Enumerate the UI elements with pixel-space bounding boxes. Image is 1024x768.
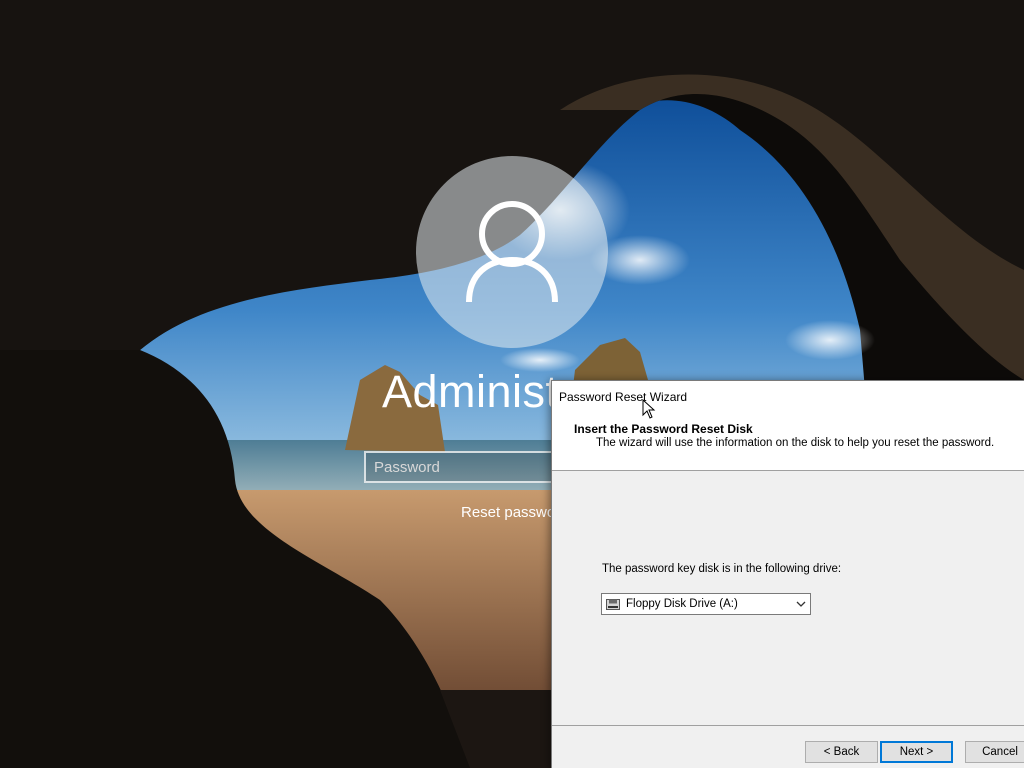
dialog-titlebar[interactable]: Password Reset Wizard	[552, 381, 1024, 412]
cancel-button[interactable]: Cancel	[965, 741, 1024, 763]
reset-password-link[interactable]: Reset passwo	[461, 504, 555, 521]
footer-divider	[552, 725, 1024, 726]
chevron-down-icon	[796, 601, 806, 607]
user-avatar	[416, 156, 608, 348]
password-reset-wizard-dialog: Password Reset Wizard Insert the Passwor…	[551, 380, 1024, 768]
username-label: Administ	[382, 366, 559, 417]
wizard-header-panel: Insert the Password Reset Disk The wizar…	[552, 412, 1024, 471]
drive-label: The password key disk is in the followin…	[602, 563, 842, 575]
wizard-subheading: The wizard will use the information on t…	[596, 437, 995, 449]
next-button[interactable]: Next >	[880, 741, 953, 763]
floppy-drive-icon	[606, 599, 620, 610]
back-button[interactable]: < Back	[805, 741, 878, 763]
wizard-heading: Insert the Password Reset Disk	[574, 422, 753, 436]
dialog-title: Password Reset Wizard	[559, 390, 688, 404]
mouse-pointer-icon	[642, 399, 656, 419]
user-silhouette-icon	[466, 201, 558, 303]
drive-dropdown[interactable]: Floppy Disk Drive (A:)	[601, 593, 811, 615]
password-input[interactable]	[364, 451, 554, 483]
drive-dropdown-value: Floppy Disk Drive (A:)	[626, 598, 738, 610]
